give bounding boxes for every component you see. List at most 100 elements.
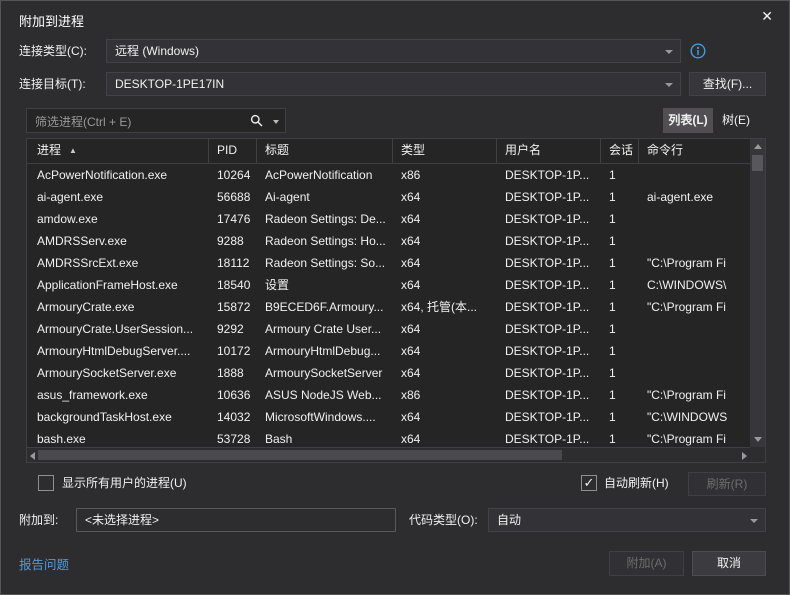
attach-to-process-dialog: 附加到进程 ✕ 连接类型(C): 远程 (Windows) 连接目标(T): D… xyxy=(0,0,790,595)
attach-button[interactable]: 附加(A) xyxy=(609,551,684,576)
search-icon[interactable] xyxy=(250,114,263,132)
vertical-scrollbar[interactable] xyxy=(750,139,765,447)
connection-target-value: DESKTOP-1PE17IN xyxy=(115,77,224,91)
cell-title: AcPowerNotification xyxy=(257,164,393,186)
cell-type: x64 xyxy=(393,406,497,428)
scroll-left-icon[interactable] xyxy=(30,452,35,460)
cell-user: DESKTOP-1P... xyxy=(497,252,601,274)
table-row[interactable]: ArmourySocketServer.exe1888ArmourySocket… xyxy=(27,362,750,384)
connection-type-select[interactable]: 远程 (Windows) xyxy=(106,39,681,63)
table-row[interactable]: ApplicationFrameHost.exe18540设置x64DESKTO… xyxy=(27,274,750,296)
cell-title: ArmouryHtmlDebug... xyxy=(257,340,393,362)
cell-user: DESKTOP-1P... xyxy=(497,428,601,449)
cell-pid: 10172 xyxy=(209,340,257,362)
column-header-pid[interactable]: PID xyxy=(209,139,257,163)
table-row[interactable]: ArmouryCrate.exe15872B9ECED6F.Armoury...… xyxy=(27,296,750,318)
table-row[interactable]: backgroundTaskHost.exe14032MicrosoftWind… xyxy=(27,406,750,428)
cell-pid: 17476 xyxy=(209,208,257,230)
column-header-session[interactable]: 会话 xyxy=(601,139,639,163)
scroll-right-icon[interactable] xyxy=(742,452,747,460)
cell-pid: 15872 xyxy=(209,296,257,318)
cell-session: 1 xyxy=(601,406,639,428)
chevron-down-icon xyxy=(750,519,758,523)
cell-title: Ai-agent xyxy=(257,186,393,208)
cell-type: x64 xyxy=(393,252,497,274)
cell-process: AcPowerNotification.exe xyxy=(27,164,209,186)
scroll-down-icon[interactable] xyxy=(754,437,762,442)
table-row[interactable]: ArmouryCrate.UserSession...9292Armoury C… xyxy=(27,318,750,340)
show-all-users-checkbox[interactable] xyxy=(38,475,54,491)
cell-session: 1 xyxy=(601,318,639,340)
find-button[interactable]: 查找(F)... xyxy=(689,72,766,96)
cancel-button[interactable]: 取消 xyxy=(692,551,766,576)
view-list-button[interactable]: 列表(L) xyxy=(663,108,713,133)
cell-pid: 9292 xyxy=(209,318,257,340)
table-row[interactable]: asus_framework.exe10636ASUS NodeJS Web..… xyxy=(27,384,750,406)
cell-pid: 10264 xyxy=(209,164,257,186)
sort-ascending-icon: ▲ xyxy=(69,146,77,155)
cell-cmdline: "C:\Program Fi xyxy=(639,296,750,318)
cell-pid: 56688 xyxy=(209,186,257,208)
show-all-users-label: 显示所有用户的进程(U) xyxy=(62,471,187,495)
table-row[interactable]: AMDRSServ.exe9288Radeon Settings: Ho...x… xyxy=(27,230,750,252)
cell-session: 1 xyxy=(601,164,639,186)
connection-target-select[interactable]: DESKTOP-1PE17IN xyxy=(106,72,681,96)
refresh-button[interactable]: 刷新(R) xyxy=(688,472,766,496)
cell-pid: 1888 xyxy=(209,362,257,384)
table-row[interactable]: AcPowerNotification.exe10264AcPowerNotif… xyxy=(27,164,750,186)
cell-session: 1 xyxy=(601,208,639,230)
auto-refresh-checkbox[interactable]: ✓ xyxy=(581,475,597,491)
close-icon[interactable]: ✕ xyxy=(761,8,773,25)
cell-type: x86 xyxy=(393,164,497,186)
cell-session: 1 xyxy=(601,230,639,252)
horizontal-scrollbar[interactable] xyxy=(27,447,750,462)
table-row[interactable]: amdow.exe17476Radeon Settings: De...x64D… xyxy=(27,208,750,230)
process-table: 进程▲PID标题类型用户名会话命令行 AcPowerNotification.e… xyxy=(26,138,766,463)
cell-process: bash.exe xyxy=(27,428,209,449)
report-problem-link[interactable]: 报告问题 xyxy=(19,554,69,573)
info-icon[interactable] xyxy=(690,43,706,59)
cell-session: 1 xyxy=(601,296,639,318)
scrollbar-corner xyxy=(750,447,765,462)
cell-title: Radeon Settings: Ho... xyxy=(257,230,393,252)
cell-session: 1 xyxy=(601,252,639,274)
table-row[interactable]: ai-agent.exe56688Ai-agentx64DESKTOP-1P..… xyxy=(27,186,750,208)
process-table-header: 进程▲PID标题类型用户名会话命令行 xyxy=(27,139,750,164)
search-options-chevron-icon[interactable] xyxy=(273,120,279,124)
process-table-body: AcPowerNotification.exe10264AcPowerNotif… xyxy=(27,164,750,449)
cell-cmdline xyxy=(639,164,750,186)
cell-title: Bash xyxy=(257,428,393,449)
cell-session: 1 xyxy=(601,362,639,384)
horizontal-scrollbar-thumb[interactable] xyxy=(38,450,562,460)
vertical-scrollbar-thumb[interactable] xyxy=(752,155,763,171)
cell-title: B9ECED6F.Armoury... xyxy=(257,296,393,318)
column-header-type[interactable]: 类型 xyxy=(393,139,497,163)
column-header-title[interactable]: 标题 xyxy=(257,139,393,163)
cell-pid: 53728 xyxy=(209,428,257,449)
view-tree-button[interactable]: 树(E) xyxy=(713,108,759,133)
cell-session: 1 xyxy=(601,384,639,406)
filter-processes-input[interactable]: 筛选进程(Ctrl + E) xyxy=(26,108,286,133)
table-row[interactable]: bash.exe53728Bashx64DESKTOP-1P...1"C:\Pr… xyxy=(27,428,750,449)
auto-refresh-label: 自动刷新(H) xyxy=(604,471,669,495)
scroll-up-icon[interactable] xyxy=(754,144,762,149)
column-header-cmdline[interactable]: 命令行 xyxy=(639,139,750,163)
cell-user: DESKTOP-1P... xyxy=(497,384,601,406)
code-type-select[interactable]: 自动 xyxy=(488,508,766,532)
cell-type: x64 xyxy=(393,340,497,362)
dialog-title: 附加到进程 xyxy=(19,11,84,30)
column-header-user[interactable]: 用户名 xyxy=(497,139,601,163)
cell-pid: 14032 xyxy=(209,406,257,428)
table-row[interactable]: ArmouryHtmlDebugServer....10172ArmouryHt… xyxy=(27,340,750,362)
column-header-process[interactable]: 进程▲ xyxy=(27,139,209,163)
cell-pid: 10636 xyxy=(209,384,257,406)
cell-process: ai-agent.exe xyxy=(27,186,209,208)
code-type-value: 自动 xyxy=(497,513,521,527)
cell-cmdline: ai-agent.exe xyxy=(639,186,750,208)
chevron-down-icon xyxy=(665,83,673,87)
cell-type: x64, 托管(本... xyxy=(393,296,497,318)
filter-placeholder: 筛选进程(Ctrl + E) xyxy=(35,113,131,130)
attach-to-field[interactable]: <未选择进程> xyxy=(76,508,396,532)
cell-cmdline: "C:\WINDOWS xyxy=(639,406,750,428)
table-row[interactable]: AMDRSSrcExt.exe18112Radeon Settings: So.… xyxy=(27,252,750,274)
